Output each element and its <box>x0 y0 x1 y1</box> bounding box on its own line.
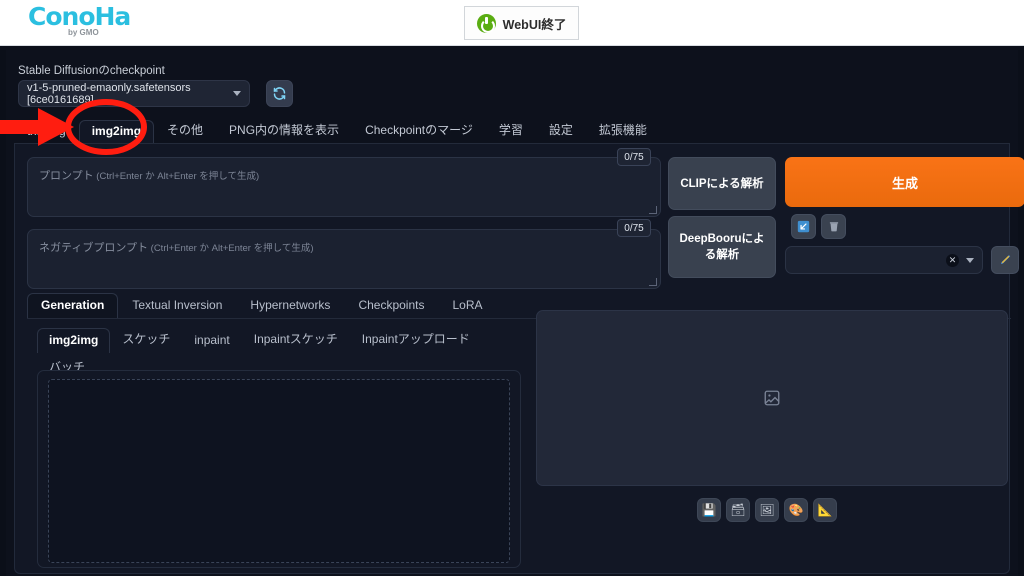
checkpoint-refresh-button[interactable] <box>266 80 293 107</box>
chevron-down-icon <box>233 91 241 96</box>
interrogate-clip-button[interactable]: CLIPによる解析 <box>668 157 776 210</box>
clear-prompt-button[interactable] <box>821 214 846 239</box>
tab-img2img[interactable]: img2img <box>78 120 155 143</box>
restore-progress-icon <box>797 220 810 233</box>
positive-prompt-input[interactable]: プロンプト (Ctrl+Enter か Alt+Enter を押して生成) <box>27 157 661 217</box>
subtab-inpaint-upload[interactable]: Inpaintアップロード <box>350 325 482 353</box>
img2img-input-panel <box>37 370 521 568</box>
tab-generation[interactable]: Generation <box>27 293 119 318</box>
output-tool-row[interactable]: 💾 🗃 🖼 🎨 📐 <box>697 498 837 522</box>
subtab-img2img[interactable]: img2img <box>37 328 111 353</box>
main-tab-bar[interactable]: txt2img img2img その他 PNG内の情報を表示 Checkpoin… <box>14 118 1010 144</box>
edit-styles-button[interactable] <box>991 246 1019 274</box>
send-to-inpaint-icon[interactable]: 🎨 <box>784 498 808 522</box>
checkpoint-dropdown[interactable]: v1-5-pruned-emaonly.safetensors [6ce0161… <box>18 80 250 107</box>
negative-token-counter: 0/75 <box>617 219 651 237</box>
tab-extras[interactable]: その他 <box>154 117 216 143</box>
subtab-sketch[interactable]: スケッチ <box>110 325 182 353</box>
resize-handle[interactable] <box>649 278 657 286</box>
webui-exit-button[interactable]: WebUI終了 <box>464 6 579 40</box>
img2img-panel: 0/75 プロンプト (Ctrl+Enter か Alt+Enter を押して生… <box>14 144 1024 574</box>
webui-exit-label: WebUI終了 <box>502 17 567 32</box>
stable-diffusion-webui: Stable Diffusionのcheckpoint v1-5-pruned-… <box>0 46 1024 576</box>
generate-button[interactable]: 生成 <box>785 157 1024 207</box>
tab-hypernetworks[interactable]: Hypernetworks <box>236 293 344 318</box>
subtab-inpaint-sketch[interactable]: Inpaintスケッチ <box>242 325 350 353</box>
image-dropzone[interactable] <box>48 379 510 563</box>
tab-extensions[interactable]: 拡張機能 <box>586 117 660 143</box>
resize-handle[interactable] <box>649 206 657 214</box>
tab-png-info[interactable]: PNG内の情報を表示 <box>216 117 352 143</box>
negative-prompt-placeholder: ネガティブプロンプト <box>39 242 149 254</box>
styles-dropdown[interactable]: ✕ <box>785 246 983 274</box>
output-gallery[interactable] <box>536 310 1008 486</box>
tab-textual-inversion[interactable]: Textual Inversion <box>118 293 236 318</box>
tab-train[interactable]: 学習 <box>486 117 536 143</box>
negative-prompt-hint: (Ctrl+Enter か Alt+Enter を押して生成) <box>148 243 314 254</box>
tab-checkpoints[interactable]: Checkpoints <box>344 293 438 318</box>
interrogate-deepbooru-button[interactable]: DeepBooruによる解析 <box>668 216 776 278</box>
output-panel: 💾 🗃 🖼 🎨 📐 <box>533 306 1011 562</box>
send-to-extras-icon[interactable]: 📐 <box>813 498 837 522</box>
chevron-down-icon <box>966 257 974 263</box>
checkpoint-label: Stable Diffusionのcheckpoint <box>18 65 165 77</box>
tab-txt2img[interactable]: txt2img <box>14 120 79 143</box>
refresh-icon <box>273 87 286 100</box>
positive-token-counter: 0/75 <box>617 148 651 166</box>
send-to-img2img-icon[interactable]: 🖼 <box>755 498 779 522</box>
browser-top-bar: ConoHa by GMO WebUI終了 <box>0 0 1024 46</box>
save-icon[interactable]: 💾 <box>697 498 721 522</box>
tab-lora[interactable]: LoRA <box>438 293 496 318</box>
restore-progress-button[interactable] <box>791 214 816 239</box>
logo-sublabel: by GMO <box>68 28 99 37</box>
image-placeholder-icon <box>764 390 780 406</box>
subtab-inpaint[interactable]: inpaint <box>182 328 241 353</box>
positive-prompt-hint: (Ctrl+Enter か Alt+Enter を押して生成) <box>93 171 260 182</box>
conoha-logo: ConoHa by GMO <box>28 4 140 42</box>
tab-settings[interactable]: 設定 <box>536 117 586 143</box>
checkpoint-value: v1-5-pruned-emaonly.safetensors [6ce0161… <box>27 81 191 106</box>
webui-page: Stable Diffusionのcheckpoint v1-5-pruned-… <box>6 50 1024 576</box>
power-icon <box>476 13 496 33</box>
negative-prompt-input[interactable]: ネガティブプロンプト (Ctrl+Enter か Alt+Enter を押して生… <box>27 229 661 289</box>
tab-checkpoint-merger[interactable]: Checkpointのマージ <box>352 117 486 143</box>
positive-prompt-placeholder: プロンプト <box>39 170 94 182</box>
trash-icon <box>829 222 838 232</box>
clear-icon[interactable]: ✕ <box>946 253 959 267</box>
pen-icon <box>1000 255 1011 265</box>
logo-wordmark: ConoHa <box>28 2 131 31</box>
zip-icon[interactable]: 🗃 <box>726 498 750 522</box>
